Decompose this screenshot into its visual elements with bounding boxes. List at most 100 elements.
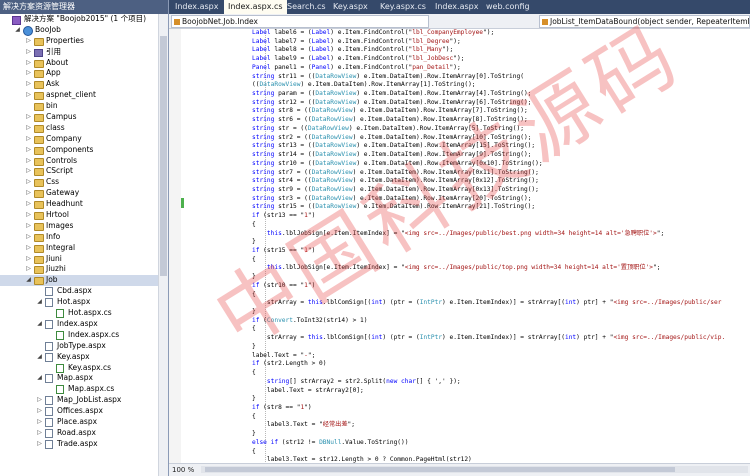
code-line[interactable]: string str8 = ((DataRowView) e.Item.Data… — [252, 107, 528, 115]
code-line[interactable]: string str15 = ((DataRowView) e.Item.Dat… — [252, 203, 535, 211]
code-line[interactable]: } — [252, 343, 256, 351]
code-area[interactable]: Label label6 = (Label) e.Item.FindContro… — [184, 29, 750, 464]
tree-node[interactable]: ▷ aspnet_client — [0, 90, 159, 101]
code-line[interactable]: } — [252, 273, 256, 281]
code-line[interactable]: { — [252, 325, 256, 333]
tree-node[interactable]: ▷ Ask — [0, 79, 159, 90]
expand-toggle-icon[interactable]: ▷ — [36, 417, 43, 428]
expand-toggle-icon[interactable]: ▷ — [36, 428, 43, 439]
expand-toggle-icon[interactable]: ▷ — [25, 90, 32, 101]
expand-toggle-icon[interactable]: ▷ — [36, 406, 43, 417]
code-line[interactable]: } — [252, 430, 256, 438]
expand-toggle-icon[interactable]: ▷ — [25, 123, 32, 134]
tree-node[interactable]: ▷ Jiuni — [0, 254, 159, 265]
solution-explorer-scrollbar[interactable] — [158, 14, 168, 476]
expand-toggle-icon[interactable]: ▷ — [25, 254, 32, 265]
tree-node[interactable]: JobType.aspx — [0, 341, 159, 352]
expand-toggle-icon[interactable]: ◢ — [36, 352, 43, 363]
hscroll-thumb[interactable] — [205, 467, 675, 472]
zoom-level[interactable]: 100 % — [172, 465, 194, 475]
code-line[interactable]: if (str15 == "1") — [252, 247, 315, 255]
expand-toggle-icon[interactable]: ▷ — [36, 439, 43, 450]
code-line[interactable]: label.Text = strArray2[0]; — [252, 387, 364, 395]
code-line[interactable]: Label label9 = (Label) e.Item.FindContro… — [252, 55, 464, 63]
code-line[interactable]: { — [252, 291, 256, 299]
type-dropdown[interactable]: BoojobNet.Job.Index — [171, 15, 429, 28]
expand-toggle-icon[interactable]: ▷ — [25, 221, 32, 232]
code-line[interactable]: if (str13 == "1") — [252, 212, 315, 220]
tree-node[interactable]: ▷ class — [0, 123, 159, 134]
expand-toggle-icon[interactable]: ▷ — [25, 156, 32, 167]
expand-toggle-icon[interactable]: ◢ — [36, 373, 43, 384]
code-line[interactable]: string str14 = ((DataRowView) e.Item.Dat… — [252, 151, 531, 159]
code-line[interactable]: string str12 = ((DataRowView) e.Item.Dat… — [252, 99, 531, 107]
tree-node[interactable]: ◢ Key.aspx — [0, 352, 159, 363]
code-line[interactable]: string param = ((DataRowView) e.Item.Dat… — [252, 90, 531, 98]
code-line[interactable]: string str = ((DataRowView) e.Item.DataI… — [252, 125, 524, 133]
code-line[interactable]: Panel panel1 = (Panel) e.Item.FindContro… — [252, 64, 461, 72]
expand-toggle-icon[interactable]: ▷ — [25, 145, 32, 156]
tree-node[interactable]: ◢ Map.aspx — [0, 373, 159, 384]
code-line[interactable]: string str10 = ((DataRowView) e.Item.Dat… — [252, 160, 543, 168]
tree-node[interactable]: ▷ Trade.aspx — [0, 439, 159, 450]
tree-node[interactable]: bin — [0, 101, 159, 112]
code-line[interactable]: string str6 = ((DataRowView) e.Item.Data… — [252, 116, 528, 124]
tree-node[interactable]: ▷ Place.aspx — [0, 417, 159, 428]
code-line[interactable]: label.Text = "-"; — [252, 352, 315, 360]
tab-key-aspx-cs[interactable]: Key.aspx.cs — [376, 0, 430, 14]
expand-toggle-icon[interactable]: ◢ — [36, 319, 43, 330]
tree-node[interactable]: ▷ Road.aspx — [0, 428, 159, 439]
code-line[interactable]: string str3 = ((DataRowView) e.Item.Data… — [252, 195, 531, 203]
expand-toggle-icon[interactable]: ◢ — [14, 25, 21, 36]
expand-toggle-icon[interactable]: ▷ — [25, 177, 32, 188]
tree-node[interactable]: ◢ Hot.aspx — [0, 297, 159, 308]
tree-node[interactable]: ▷ Controls — [0, 156, 159, 167]
code-line[interactable]: } — [252, 308, 256, 316]
scrollbar-thumb[interactable] — [160, 36, 167, 276]
expand-toggle-icon[interactable]: ▷ — [25, 112, 32, 123]
tree-node[interactable]: ▷ Components — [0, 145, 159, 156]
expand-toggle-icon[interactable]: ▷ — [25, 79, 32, 90]
code-line[interactable]: string str2 = ((DataRowView) e.Item.Data… — [252, 134, 531, 142]
code-line[interactable]: if (str2.Length > 0) — [252, 360, 327, 368]
code-line[interactable]: { — [252, 413, 256, 421]
tab-web-config[interactable]: web.config — [482, 0, 534, 14]
tab-key-aspx[interactable]: Key.aspx — [329, 0, 372, 14]
tree-node[interactable]: ▷ Css — [0, 177, 159, 188]
code-line[interactable]: Label label7 = (Label) e.Item.FindContro… — [252, 38, 461, 46]
expand-toggle-icon[interactable]: ▷ — [25, 58, 32, 69]
tree-node[interactable]: ◢ BooJob — [0, 25, 159, 36]
code-line[interactable]: { — [252, 256, 256, 264]
code-line[interactable]: string[] strArray2 = str2.Split(new char… — [252, 378, 461, 386]
code-line[interactable]: string str7 = ((DataRowView) e.Item.Data… — [252, 169, 539, 177]
expand-toggle-icon[interactable]: ▷ — [25, 264, 32, 275]
code-line[interactable]: string str9 = ((DataRowView) e.Item.Data… — [252, 186, 539, 194]
tree-node[interactable]: ▷ App — [0, 68, 159, 79]
tree-node[interactable]: 解决方案 "Boojob2015" (1 个项目) — [0, 14, 159, 25]
horizontal-scrollbar[interactable] — [201, 466, 748, 473]
tree-node[interactable]: ▷ Headhunt — [0, 199, 159, 210]
member-dropdown[interactable]: JobList_ItemDataBound(object sender, Rep… — [539, 15, 750, 28]
code-line[interactable]: } — [252, 238, 256, 246]
expand-toggle-icon[interactable]: ▷ — [36, 395, 43, 406]
expand-toggle-icon[interactable]: ▷ — [25, 188, 32, 199]
tree-node[interactable]: ▷ Map_JobList.aspx — [0, 395, 159, 406]
tab-index-aspx[interactable]: Index.aspx — [431, 0, 482, 14]
expand-toggle-icon[interactable]: ▷ — [25, 210, 32, 221]
expand-toggle-icon[interactable]: ▷ — [25, 68, 32, 79]
tree-node[interactable]: ▷ Hrtool — [0, 210, 159, 221]
tree-node[interactable]: ▷ CScript — [0, 166, 159, 177]
expand-toggle-icon[interactable]: ▷ — [25, 47, 32, 58]
tree-node[interactable]: Cbd.aspx — [0, 286, 159, 297]
tree-node[interactable]: ▷ Campus — [0, 112, 159, 123]
code-line[interactable]: { — [252, 221, 256, 229]
expand-toggle-icon[interactable]: ◢ — [36, 297, 43, 308]
tree-node[interactable]: ▷ 引用 — [0, 47, 159, 58]
tree-node[interactable]: Index.aspx.cs — [0, 330, 159, 341]
tab-index-aspx-cs[interactable]: Index.aspx.cs — [224, 0, 287, 14]
code-line[interactable]: if (Convert.ToInt32(str14) > 1) — [252, 317, 368, 325]
code-line[interactable]: } — [252, 395, 256, 403]
code-line[interactable]: string str4 = ((DataRowView) e.Item.Data… — [252, 177, 539, 185]
expand-toggle-icon[interactable]: ▷ — [25, 36, 32, 47]
code-line[interactable]: { — [252, 369, 256, 377]
